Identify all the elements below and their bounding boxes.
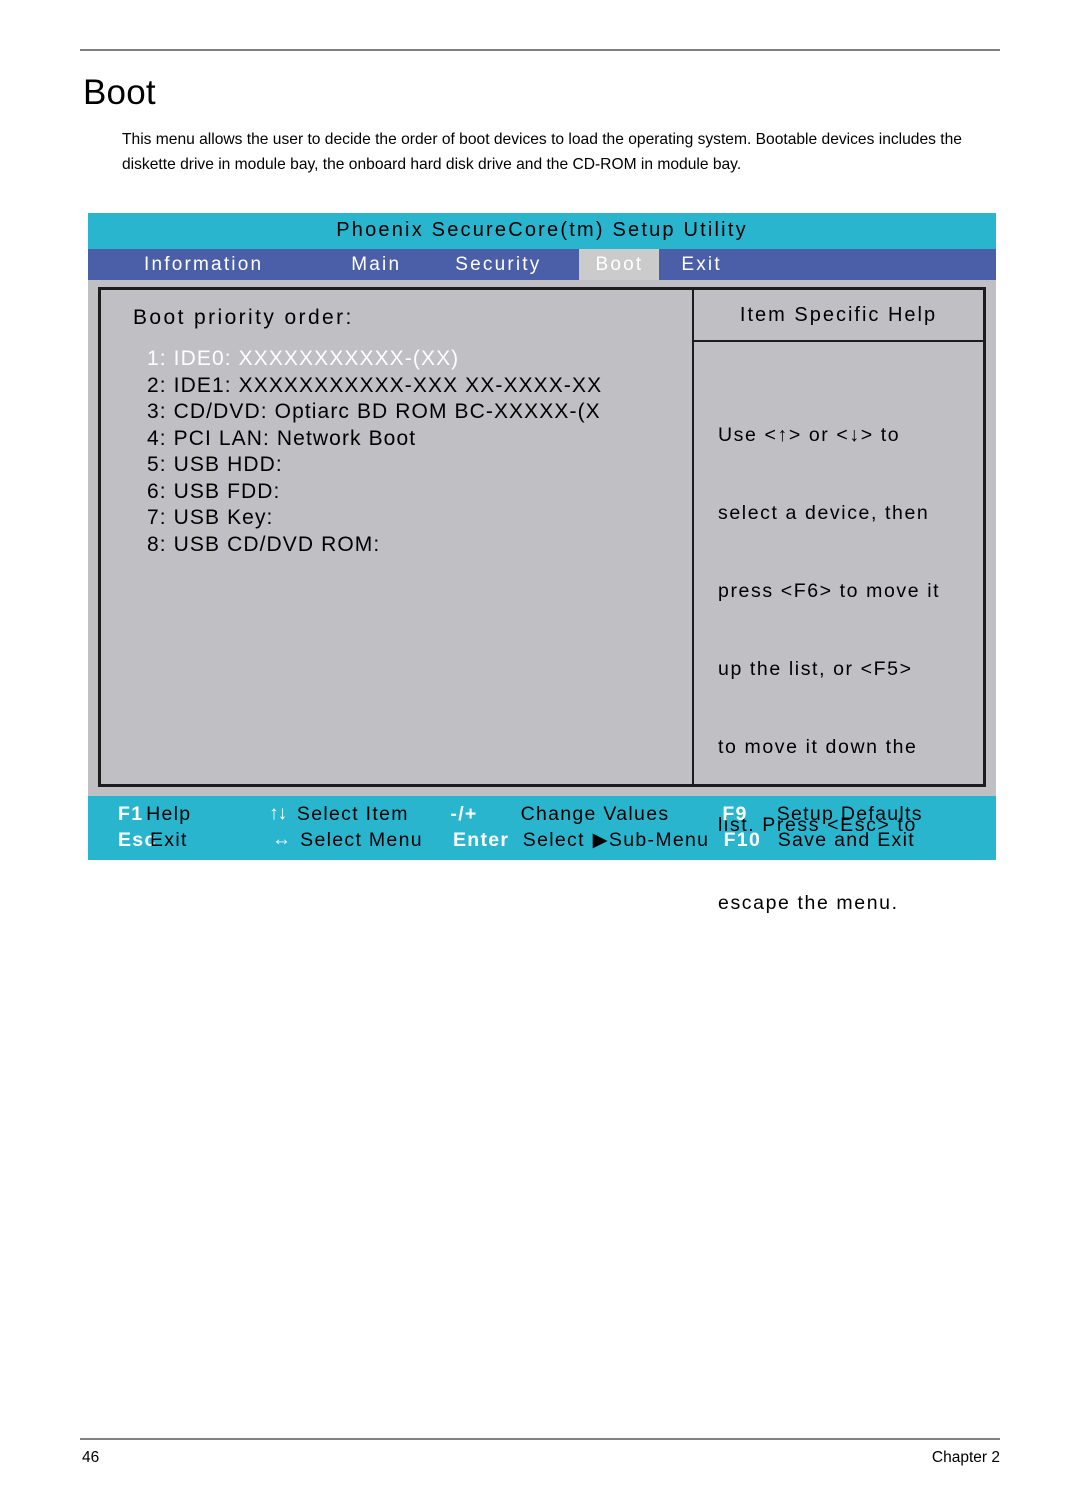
boot-list-item-7[interactable]: 7: USB Key: [147, 505, 692, 532]
leftright-arrow-icon: ↔ [271, 829, 291, 850]
function-key-row-2: Esc Exit ↔ Select Menu Enter Select ▶Sub… [88, 827, 996, 853]
bios-title-bar: Phoenix SecureCore(tm) Setup Utility [88, 213, 996, 249]
boot-item-text: CD/DVD: Optiarc BD ROM BC-XXXXX-(X [173, 400, 601, 423]
tab-information[interactable]: Information [128, 249, 279, 280]
key-f1[interactable]: F1 [118, 803, 146, 826]
document-page: Boot This menu allows the user to decide… [0, 0, 1080, 1512]
tab-main[interactable]: Main [335, 249, 417, 280]
help-line: select a device, then [718, 502, 930, 524]
boot-item-text: IDE0: XXXXXXXXXXX-(XX) [173, 347, 460, 370]
key-select-item-desc: Select Item [296, 802, 409, 825]
key-enter[interactable]: Enter [453, 829, 523, 852]
boot-item-index: 6: [147, 479, 167, 503]
boot-list-item-6[interactable]: 6: USB FDD: [147, 479, 692, 506]
footer-chapter-label: Chapter 2 [931, 1449, 1000, 1466]
submenu-arrow-icon-label: ▶Sub-Menu [592, 829, 710, 851]
key-save-and-exit-desc: Save and Exit [777, 828, 915, 851]
header-rule [80, 49, 1000, 51]
boot-priority-panel: Boot priority order: 1: IDE0: XXXXXXXXXX… [98, 287, 694, 787]
boot-list-item-5[interactable]: 5: USB HDD: [147, 452, 692, 479]
boot-priority-label: Boot priority order: [133, 306, 354, 329]
help-line: press <F6> to move it [718, 580, 941, 602]
key-f9[interactable]: F9 [722, 803, 776, 826]
help-line: escape the menu. [718, 892, 899, 914]
boot-item-text: USB HDD: [173, 453, 283, 476]
function-key-row-1: F1 Help ↑↓ Select Item -/+ Change Values… [88, 801, 996, 827]
key-select-desc: Select [522, 828, 585, 851]
tab-security[interactable]: Security [439, 249, 557, 280]
help-line: to move it down the [718, 736, 918, 758]
key-setup-defaults-desc: Setup Defaults [776, 802, 923, 825]
tab-boot[interactable]: Boot [579, 249, 660, 280]
boot-item-text: PCI LAN: Network Boot [173, 426, 417, 450]
key-minus-plus[interactable]: -/+ [450, 803, 520, 826]
boot-item-text: USB Key: [173, 506, 274, 529]
key-f10[interactable]: F10 [724, 829, 778, 852]
boot-item-index: 4: [147, 426, 167, 450]
boot-item-text: USB CD/DVD ROM: [173, 532, 381, 556]
function-key-bar: F1 Help ↑↓ Select Item -/+ Change Values… [88, 796, 996, 860]
help-panel-body: Use <↑> or <↓> to select a device, then … [694, 342, 983, 968]
help-panel-title: Item Specific Help [694, 290, 983, 342]
intro-paragraph: This menu allows the user to decide the … [122, 127, 1002, 177]
page-title: Boot [83, 73, 156, 112]
key-esc[interactable]: Esc [118, 829, 155, 852]
boot-list-item-4[interactable]: 4: PCI LAN: Network Boot [147, 426, 692, 453]
footer-page-number: 46 [82, 1449, 100, 1466]
item-specific-help-panel: Item Specific Help Use <↑> or <↓> to sel… [694, 287, 986, 914]
bios-setup-window: Phoenix SecureCore(tm) Setup Utility Inf… [88, 213, 996, 914]
intro-text: This menu allows the user to decide the … [122, 131, 962, 173]
boot-list-item-1[interactable]: 1: IDE0: XXXXXXXXXXX-(XX) [147, 346, 692, 373]
boot-priority-list: 1: IDE0: XXXXXXXXXXX-(XX) 2: IDE1: XXXXX… [133, 346, 692, 558]
updown-arrow-icon: ↑↓ [269, 803, 287, 824]
help-line: Use <↑> or <↓> to [718, 424, 901, 446]
help-line: up the list, or <F5> [718, 658, 913, 680]
footer-rule [80, 1438, 1000, 1440]
key-change-values-desc: Change Values [520, 802, 670, 825]
boot-item-index: 2: [147, 373, 167, 397]
boot-item-index: 1: [147, 347, 167, 370]
boot-list-item-3[interactable]: 3: CD/DVD: Optiarc BD ROM BC-XXXXX-(X [147, 399, 692, 426]
boot-item-index: 8: [147, 532, 167, 556]
key-select-menu-desc: Select Menu [300, 828, 423, 851]
boot-item-index: 3: [147, 400, 167, 423]
bios-menu-bar: Information Main Security Boot Exit [88, 249, 996, 280]
tab-exit[interactable]: Exit [665, 249, 737, 280]
bios-content-area: Boot priority order: 1: IDE0: XXXXXXXXXX… [88, 280, 996, 914]
boot-list-item-8[interactable]: 8: USB CD/DVD ROM: [147, 532, 692, 559]
boot-item-index: 7: [147, 506, 167, 529]
boot-item-text: IDE1: XXXXXXXXXXX-XXX XX-XXXX-XX [173, 373, 603, 397]
boot-item-index: 5: [147, 453, 167, 476]
boot-item-text: USB FDD: [173, 479, 281, 503]
key-f1-desc: Help [146, 802, 192, 825]
key-esc-desc: Exit [150, 828, 188, 851]
boot-list-item-2[interactable]: 2: IDE1: XXXXXXXXXXX-XXX XX-XXXX-XX [147, 373, 692, 400]
